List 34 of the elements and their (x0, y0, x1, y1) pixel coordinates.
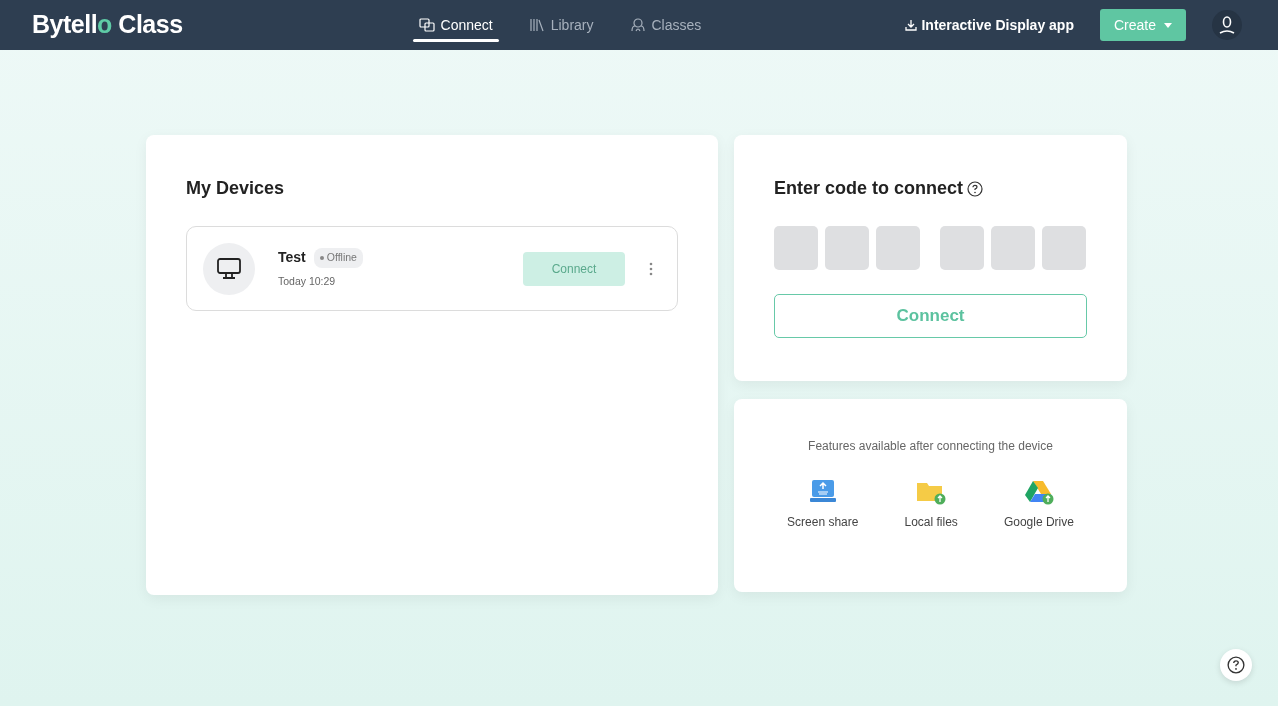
more-icon[interactable] (649, 261, 653, 276)
feature-label: Google Drive (1003, 514, 1074, 531)
features-caption: Features available after connecting the device (807, 438, 1054, 455)
card-title: My Devices (186, 177, 286, 200)
nav-tab[interactable]: Library (522, 0, 600, 50)
status-badge: Offline (313, 247, 363, 268)
help-icon[interactable] (967, 180, 984, 197)
drive-icon (1023, 479, 1054, 505)
code-input[interactable] (991, 226, 1035, 270)
card-title: Enter code to connect (774, 177, 964, 200)
code-input[interactable] (774, 226, 818, 270)
device-name: Test (278, 248, 306, 268)
download-link[interactable]: Interactive Display app (905, 14, 1074, 36)
monitor-share-icon (808, 479, 837, 505)
nav-tab[interactable]: Connect (412, 0, 499, 50)
logo: Bytello Class (32, 9, 183, 41)
download-icon (905, 19, 918, 31)
user-icon (1217, 15, 1237, 35)
code-input[interactable] (940, 226, 984, 270)
monitor-icon (203, 242, 255, 295)
device-time: Today 10:29 (278, 274, 337, 290)
help-icon (1227, 656, 1245, 674)
device-row[interactable]: Test Offline Today 10:29 Connect (186, 226, 678, 311)
code-input[interactable] (1042, 226, 1086, 270)
help-button[interactable] (1220, 649, 1252, 681)
nav-tab[interactable]: Classes (623, 0, 708, 50)
feature-label: Screen share (787, 514, 859, 531)
code-input[interactable] (876, 226, 920, 270)
caret-icon (1164, 22, 1172, 28)
feature-label: Local files (904, 514, 958, 531)
status-dot (319, 255, 324, 260)
library-icon (528, 17, 545, 33)
code-input[interactable] (825, 226, 869, 270)
avatar-button[interactable] (1212, 10, 1242, 40)
